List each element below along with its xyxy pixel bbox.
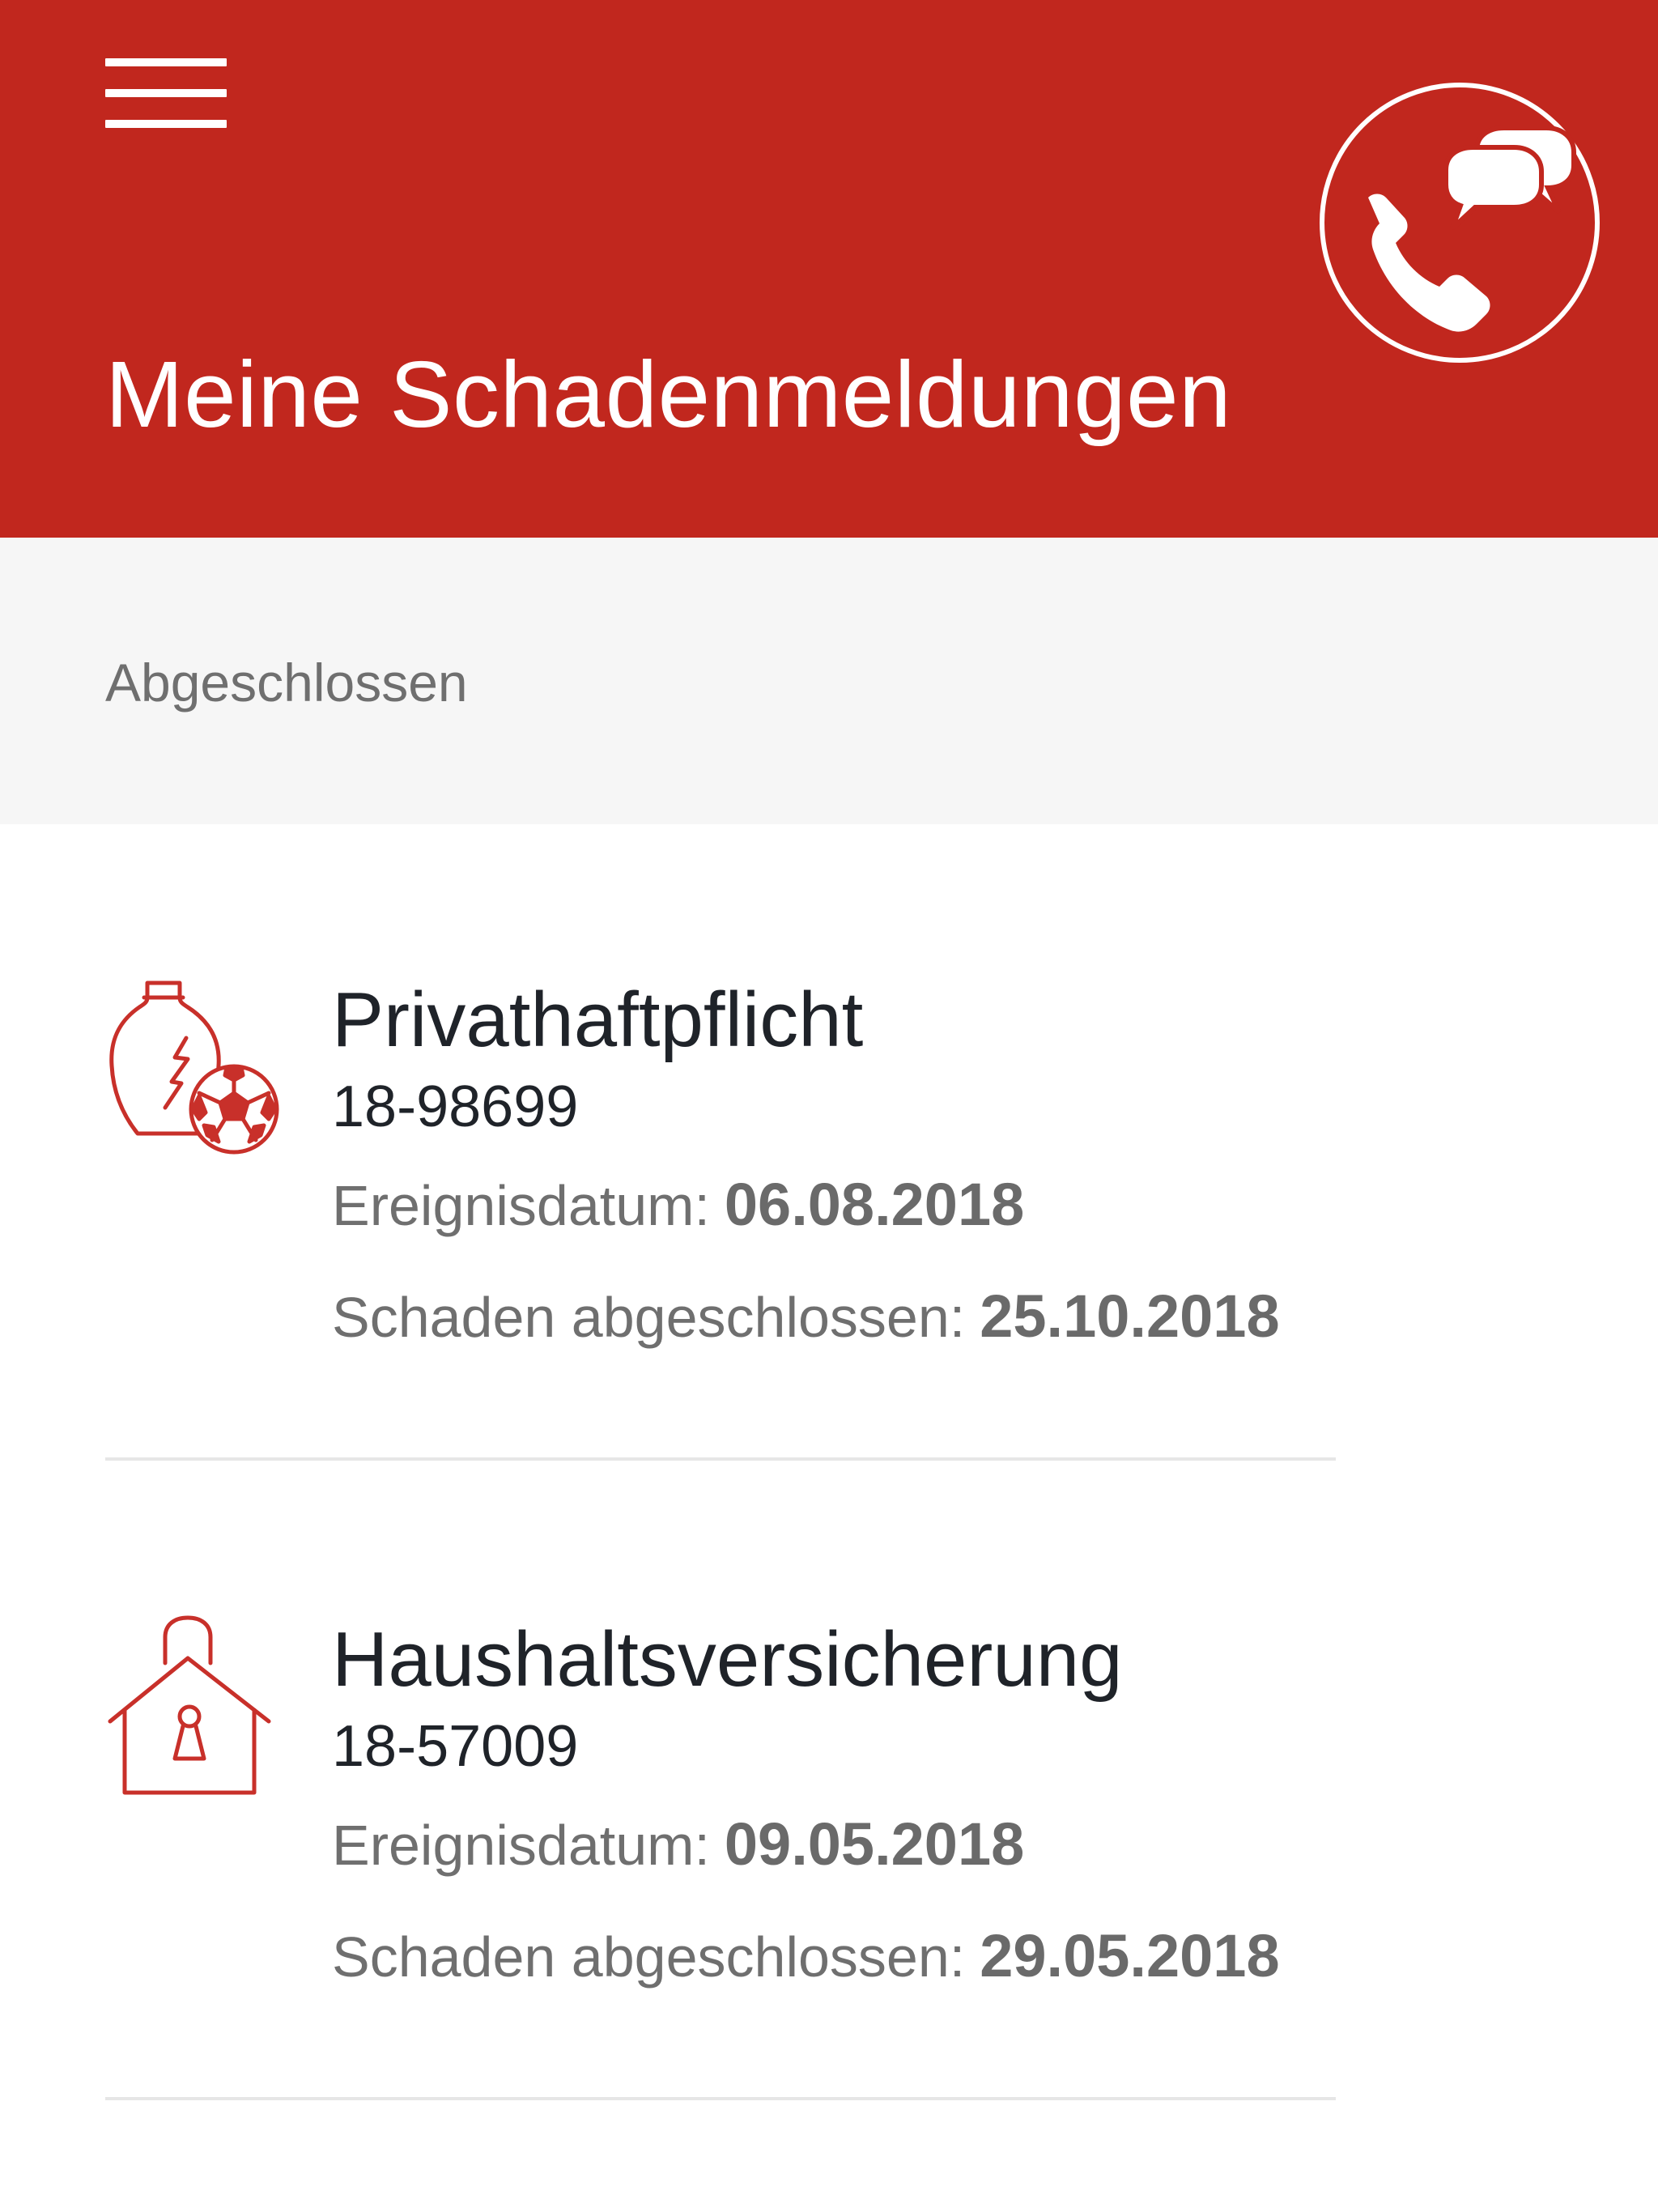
event-date-label: Ereignisdatum:	[332, 1814, 710, 1877]
claim-number: 18-98699	[332, 1074, 579, 1139]
menu-button[interactable]	[105, 58, 228, 131]
broken-vase-ball-icon	[107, 975, 285, 1161]
hamburger-menu-icon-line	[105, 89, 227, 97]
closed-date-row: Schaden abgeschlossen: 29.05.2018	[332, 1921, 1280, 1993]
claim-item-privathaftpflicht[interactable]: Privathaftpflicht 18-98699 Ereignisdatum…	[0, 923, 1658, 1563]
phone-chat-icon	[1320, 83, 1600, 363]
event-date-label: Ereignisdatum:	[332, 1174, 710, 1237]
closed-date-label: Schaden abgeschlossen:	[332, 1925, 966, 1989]
claim-type: Privathaftpflicht	[332, 976, 864, 1063]
event-date-value: 06.08.2018	[724, 1171, 1025, 1238]
app-header: Meine Schadenmeldungen	[0, 0, 1658, 538]
closed-date-row: Schaden abgeschlossen: 25.10.2018	[332, 1281, 1280, 1353]
claim-type: Haushaltsversicherung	[332, 1616, 1123, 1703]
event-date-row: Ereignisdatum: 06.08.2018	[332, 1169, 1024, 1241]
closed-date-label: Schaden abgeschlossen:	[332, 1286, 966, 1349]
event-date-row: Ereignisdatum: 09.05.2018	[332, 1809, 1024, 1881]
divider	[105, 2097, 1336, 2100]
house-lock-icon	[107, 1614, 285, 1801]
section-title: Abgeschlossen	[105, 653, 468, 713]
hamburger-menu-icon	[105, 58, 227, 66]
closed-date-value: 25.10.2018	[980, 1283, 1280, 1350]
closed-date-value: 29.05.2018	[980, 1922, 1280, 1989]
hamburger-menu-icon-line	[105, 120, 227, 128]
event-date-value: 09.05.2018	[724, 1810, 1025, 1878]
page-title: Meine Schadenmeldungen	[105, 342, 1232, 447]
claim-item-haushaltsversicherung[interactable]: Haushaltsversicherung 18-57009 Ereignisd…	[0, 1563, 1658, 2202]
divider	[105, 1457, 1336, 1461]
claim-number: 18-57009	[332, 1714, 579, 1779]
contact-button[interactable]	[1316, 79, 1603, 366]
